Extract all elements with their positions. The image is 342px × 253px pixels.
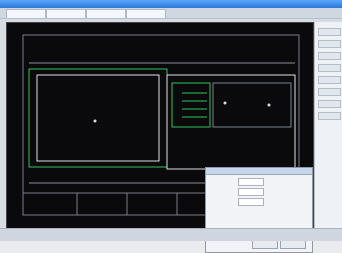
sidebar-button-2[interactable] xyxy=(318,40,341,48)
dialog-input-3[interactable] xyxy=(238,198,264,206)
dialog-ok-button[interactable] xyxy=(252,240,278,249)
sidebar-button-3[interactable] xyxy=(318,52,341,60)
sidebar-button-7[interactable] xyxy=(318,100,341,108)
cad-canvas[interactable] xyxy=(6,22,314,253)
right-toolbar xyxy=(314,22,342,228)
dialog-input-2[interactable] xyxy=(238,188,264,196)
tab-bar xyxy=(0,8,342,19)
dialog-input-1[interactable] xyxy=(238,178,264,186)
sidebar-button-5[interactable] xyxy=(318,76,341,84)
tab-2[interactable] xyxy=(46,9,86,18)
right-room-gray-block xyxy=(212,82,292,128)
sidebar-button-6[interactable] xyxy=(318,88,341,96)
app-window xyxy=(0,0,342,253)
sidebar-button-1[interactable] xyxy=(318,28,341,36)
room-label-dot xyxy=(93,119,97,123)
dialog-title-bar xyxy=(206,168,312,175)
right-room-green-block xyxy=(171,82,211,128)
dialog-cancel-button[interactable] xyxy=(280,240,306,249)
tab-4[interactable] xyxy=(126,9,166,18)
green-hatching xyxy=(182,92,207,118)
left-room-outline xyxy=(36,74,160,162)
status-bar xyxy=(0,228,342,241)
tab-3[interactable] xyxy=(86,9,126,18)
room-label-dot-2 xyxy=(223,101,227,105)
dimension-lines xyxy=(29,62,295,184)
tab-1[interactable] xyxy=(6,9,46,18)
room-label-dot-3 xyxy=(267,103,271,107)
window-title-bar xyxy=(0,0,342,8)
sidebar-button-8[interactable] xyxy=(318,112,341,120)
right-room-outline xyxy=(166,74,296,170)
left-room-green-outline xyxy=(28,68,168,168)
sidebar-button-4[interactable] xyxy=(318,64,341,72)
